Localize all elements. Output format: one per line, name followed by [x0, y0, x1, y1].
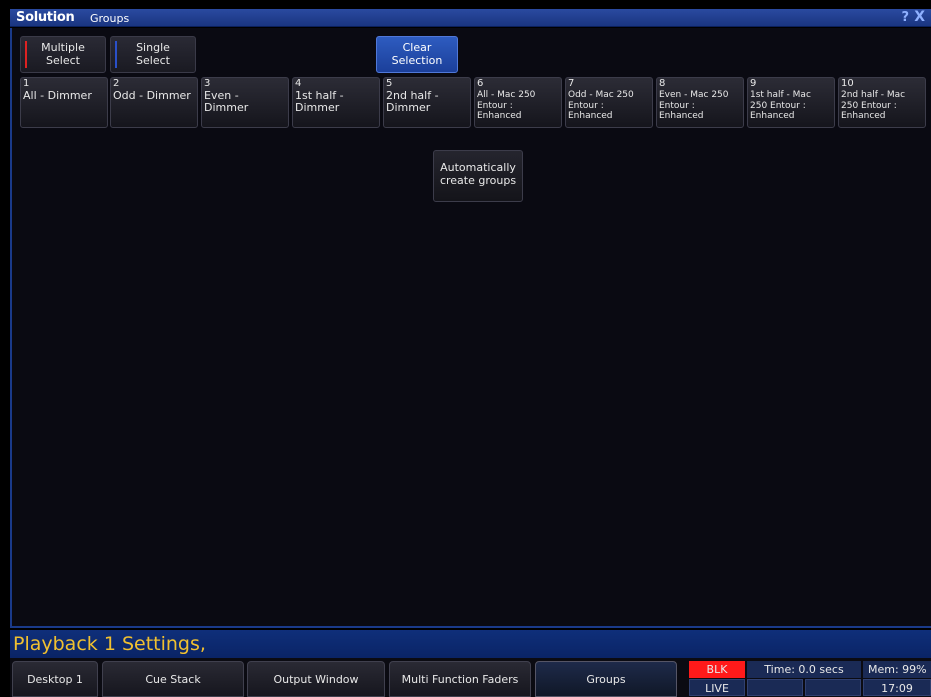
- single-select-label: Single Select: [136, 41, 170, 67]
- taskbar: Desktop 1 Cue Stack Output Window Multi …: [10, 658, 931, 697]
- group-button-3[interactable]: 3 Even - Dimmer: [201, 77, 289, 128]
- group-label: 2nd half - Mac 250 Entour : Enhanced: [841, 90, 906, 121]
- group-number: 2: [113, 78, 120, 89]
- status-text: Playback 1 Settings,: [13, 633, 206, 655]
- group-number: 9: [750, 78, 757, 89]
- group-button-7[interactable]: 7 Odd - Mac 250 Entour : Enhanced: [565, 77, 653, 128]
- group-button-6[interactable]: 6 All - Mac 250 Entour : Enhanced: [474, 77, 562, 128]
- group-label: Even - Mac 250 Entour : Enhanced: [659, 90, 729, 121]
- fade-time-readout: Time: 0.0 secs: [747, 661, 861, 678]
- multiple-select-button[interactable]: Multiple Select: [20, 36, 106, 73]
- memory-readout: Mem: 99%: [863, 661, 931, 678]
- group-number: 7: [568, 78, 575, 89]
- group-number: 1: [23, 78, 30, 89]
- tab-multi-function-faders[interactable]: Multi Function Faders: [389, 661, 531, 697]
- group-label: Odd - Mac 250 Entour : Enhanced: [568, 90, 634, 121]
- auto-create-label: Automatically create groups: [439, 161, 517, 187]
- empty-indicator: [805, 679, 861, 696]
- group-button-1[interactable]: 1 All - Dimmer: [20, 77, 108, 128]
- multiple-select-label: Multiple Select: [41, 41, 85, 67]
- group-button-5[interactable]: 5 2nd half - Dimmer: [383, 77, 471, 128]
- tab-cue-stack[interactable]: Cue Stack: [102, 661, 244, 697]
- tab-desktop-1[interactable]: Desktop 1: [12, 661, 98, 697]
- title-bar: Solution Groups ? X: [10, 9, 931, 27]
- group-label: 1st half - Mac 250 Entour : Enhanced: [750, 90, 811, 121]
- group-number: 5: [386, 78, 393, 89]
- blue-mode-marker: [115, 41, 117, 68]
- group-number: 4: [295, 78, 302, 89]
- tab-groups[interactable]: Groups: [535, 661, 677, 697]
- group-label: Even - Dimmer: [204, 89, 249, 114]
- blackout-indicator[interactable]: BLK: [689, 661, 745, 678]
- clock-readout: 17:09: [863, 679, 931, 696]
- group-label: 2nd half - Dimmer: [386, 89, 439, 114]
- group-number: 3: [204, 78, 211, 89]
- red-mode-marker: [25, 41, 27, 68]
- tab-output-window[interactable]: Output Window: [247, 661, 385, 697]
- group-button-2[interactable]: 2 Odd - Dimmer: [110, 77, 198, 128]
- groups-panel: Multiple Select Single Select Clear Sele…: [10, 28, 931, 628]
- group-number: 10: [841, 78, 854, 89]
- group-button-8[interactable]: 8 Even - Mac 250 Entour : Enhanced: [656, 77, 744, 128]
- group-number: 8: [659, 78, 666, 89]
- empty-indicator: [747, 679, 803, 696]
- group-label: All - Mac 250 Entour : Enhanced: [477, 90, 536, 121]
- group-button-4[interactable]: 4 1st half - Dimmer: [292, 77, 380, 128]
- group-number: 6: [477, 78, 484, 89]
- group-label: 1st half - Dimmer: [295, 89, 344, 114]
- live-indicator: LIVE: [689, 679, 745, 696]
- close-icon[interactable]: X: [914, 9, 925, 25]
- help-icon[interactable]: ?: [901, 10, 909, 25]
- clear-selection-button[interactable]: Clear Selection: [376, 36, 458, 73]
- group-label: Odd - Dimmer: [113, 89, 191, 102]
- group-button-9[interactable]: 9 1st half - Mac 250 Entour : Enhanced: [747, 77, 835, 128]
- status-bar: Playback 1 Settings,: [10, 630, 931, 658]
- window-title: Groups: [90, 12, 130, 25]
- single-select-button[interactable]: Single Select: [110, 36, 196, 73]
- auto-create-groups-button[interactable]: Automatically create groups: [433, 150, 523, 202]
- app-brand-logo: Solution: [16, 10, 75, 25]
- group-button-10[interactable]: 10 2nd half - Mac 250 Entour : Enhanced: [838, 77, 926, 128]
- group-label: All - Dimmer: [23, 89, 92, 102]
- clear-selection-label: Clear Selection: [391, 41, 443, 67]
